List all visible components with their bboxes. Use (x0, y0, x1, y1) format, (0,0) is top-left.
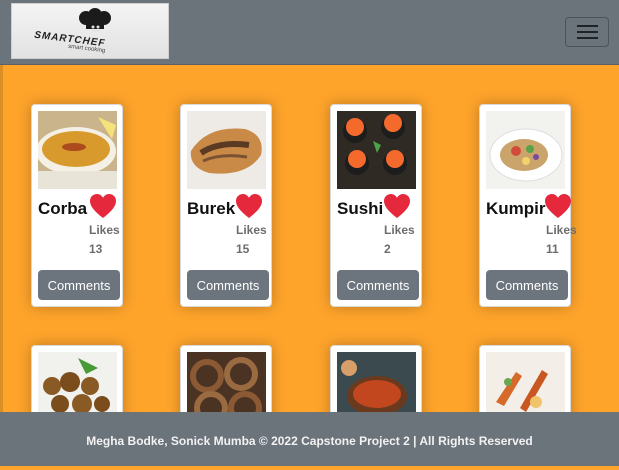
meal-photo (486, 111, 565, 189)
hamburger-icon (577, 25, 598, 27)
brand-logo[interactable]: SMARTCHEF smart cooking (11, 3, 169, 59)
likes-label: Likes (384, 223, 415, 237)
footer: Megha Bodke, Sonick Mumba © 2022 Capston… (0, 412, 619, 466)
likes-label: Likes (546, 223, 577, 237)
meal-name: Corba (38, 199, 88, 218)
page-edge (0, 65, 3, 415)
comments-button[interactable]: Comments (337, 270, 419, 300)
meal-photo (187, 111, 266, 189)
likes-count: 13 (89, 242, 103, 256)
footer-text: Megha Bodke, Sonick Mumba © 2022 Capston… (86, 434, 533, 448)
comments-button[interactable]: Comments (486, 270, 568, 300)
meal-photo (337, 111, 416, 189)
meal-card: Burek Likes 15 Comments (180, 104, 272, 307)
heart-icon[interactable] (544, 193, 572, 219)
chef-hat-icon (79, 8, 111, 32)
comments-button[interactable]: Comments (38, 270, 120, 300)
navbar: SMARTCHEF smart cooking (0, 0, 619, 65)
heart-icon[interactable] (235, 193, 263, 219)
meal-card: Sushi Likes 2 Comments (330, 104, 422, 307)
meal-card: Corba Likes 13 Comments (31, 104, 123, 307)
meal-name: Sushi (337, 199, 384, 218)
meal-photo (38, 111, 117, 189)
meal-name: Kumpir (486, 199, 546, 218)
meal-card: Kumpir Likes 11 Comments (479, 104, 577, 307)
likes-count: 2 (384, 242, 391, 256)
comments-button[interactable]: Comments (187, 270, 269, 300)
likes-label: Likes (89, 223, 120, 237)
likes-count: 15 (236, 242, 250, 256)
heart-icon[interactable] (383, 193, 411, 219)
likes-label: Likes (236, 223, 267, 237)
heart-icon[interactable] (89, 193, 117, 219)
navbar-toggle-button[interactable] (565, 17, 609, 47)
likes-count: 11 (546, 242, 559, 256)
meal-name: Burek (187, 199, 236, 218)
